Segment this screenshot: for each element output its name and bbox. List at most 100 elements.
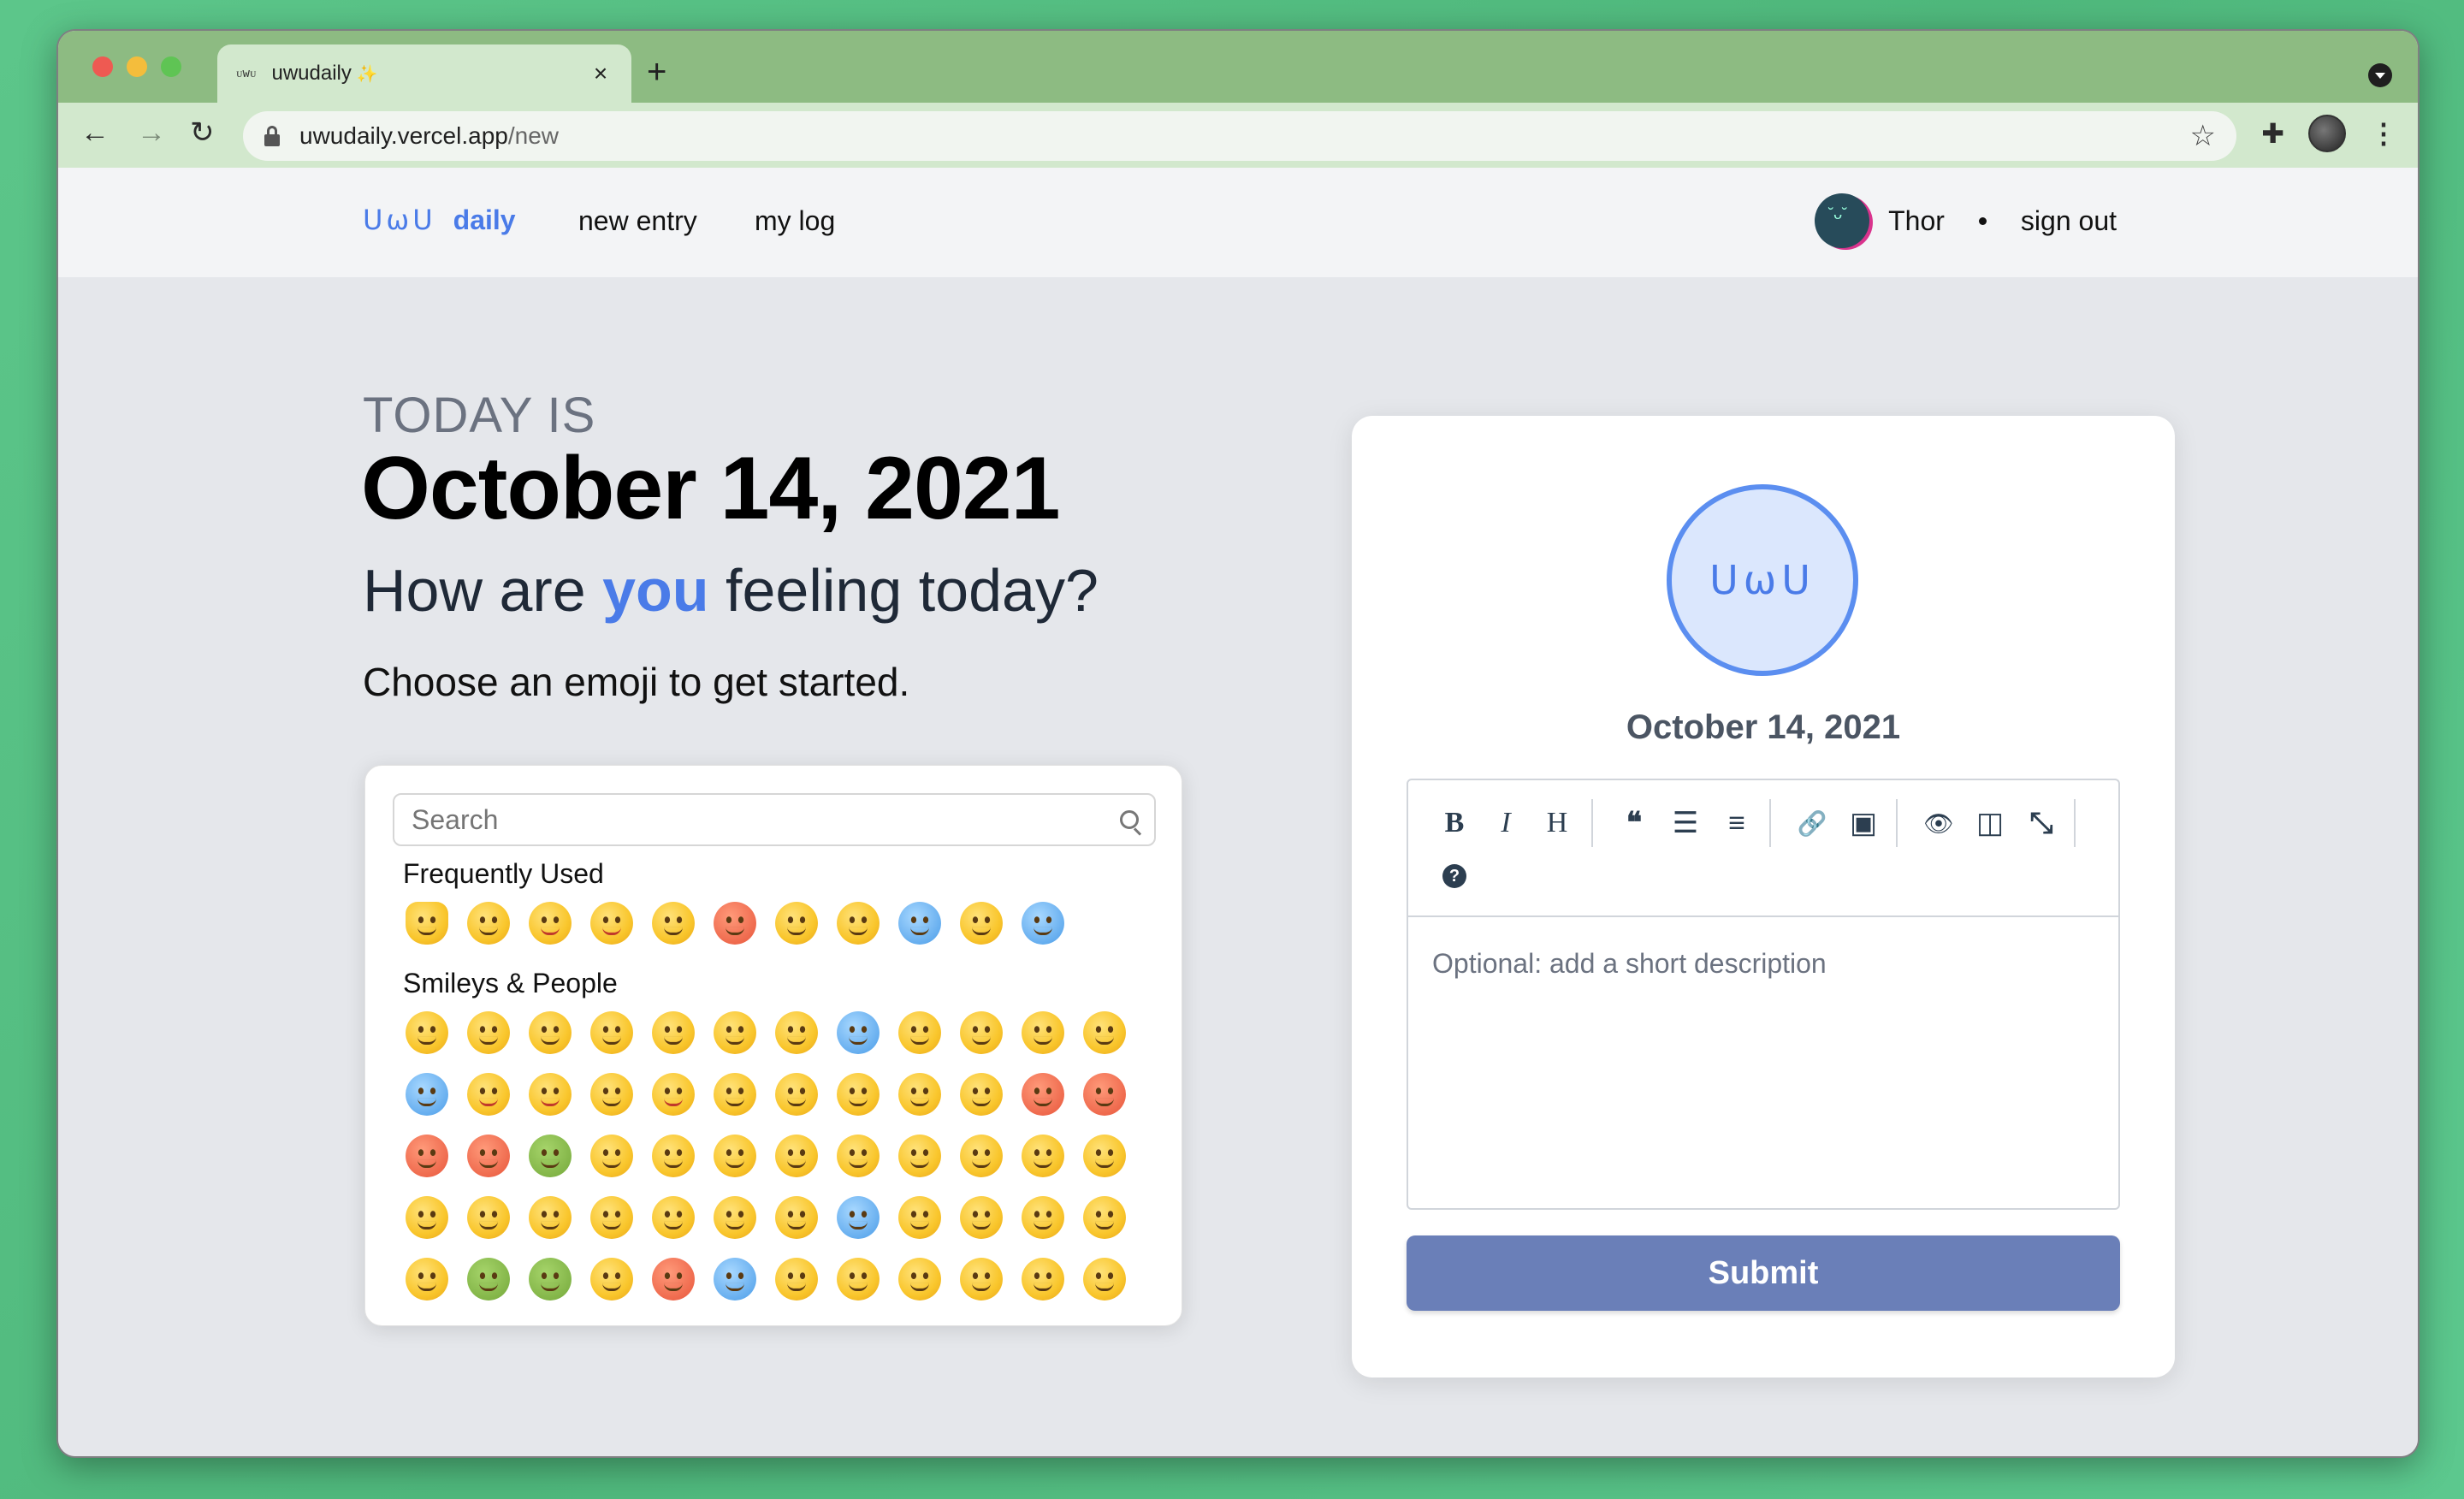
back-arrow-icon[interactable]: ← bbox=[80, 118, 110, 147]
emoji-cell[interactable] bbox=[837, 1258, 880, 1301]
emoji-search-field[interactable] bbox=[393, 793, 1156, 846]
emoji-cell[interactable] bbox=[652, 1258, 695, 1301]
thumbs-up-emoji[interactable] bbox=[406, 902, 448, 945]
emoji-cell[interactable] bbox=[590, 1196, 633, 1239]
emoji-cell[interactable] bbox=[837, 1011, 880, 1054]
emoji-cell[interactable] bbox=[467, 1135, 510, 1177]
emoji-cell[interactable] bbox=[1083, 1196, 1126, 1239]
emoji-cell[interactable] bbox=[960, 1135, 1003, 1177]
emoji-cell[interactable] bbox=[898, 1196, 941, 1239]
emoji-search-input[interactable] bbox=[410, 803, 1120, 837]
partying-face-emoji[interactable] bbox=[837, 902, 880, 945]
emoji-cell[interactable] bbox=[837, 1135, 880, 1177]
emoji-cell[interactable] bbox=[467, 1258, 510, 1301]
emoji-cell[interactable] bbox=[529, 1196, 572, 1239]
bold-icon[interactable]: B bbox=[1432, 801, 1477, 845]
emoji-cell[interactable] bbox=[1083, 1073, 1126, 1116]
emoji-cell[interactable] bbox=[1083, 1258, 1126, 1301]
emoji-cell[interactable] bbox=[714, 1073, 756, 1116]
close-tab-icon[interactable]: × bbox=[587, 60, 614, 87]
nav-link-new-entry[interactable]: new entry bbox=[578, 205, 697, 237]
emoji-cell[interactable] bbox=[714, 1011, 756, 1054]
heart-eyes-emoji[interactable] bbox=[590, 902, 633, 945]
sweat-smile-emoji[interactable] bbox=[775, 902, 818, 945]
emoji-cell[interactable] bbox=[1022, 1011, 1064, 1054]
sign-out-link[interactable]: sign out bbox=[2021, 205, 2117, 237]
side-by-side-icon[interactable]: ◫ bbox=[1968, 801, 2012, 845]
description-textarea[interactable]: Optional: add a short description bbox=[1432, 948, 1827, 980]
scream-emoji[interactable] bbox=[1022, 902, 1064, 945]
emoji-cell[interactable] bbox=[1022, 1196, 1064, 1239]
nav-link-my-log[interactable]: my log bbox=[755, 205, 835, 237]
emoji-cell[interactable] bbox=[837, 1073, 880, 1116]
emoji-cell[interactable] bbox=[467, 1073, 510, 1116]
emoji-cell[interactable] bbox=[529, 1258, 572, 1301]
bookmark-star-icon[interactable]: ☆ bbox=[2190, 119, 2216, 153]
fullscreen-icon[interactable]: ⤡ bbox=[2019, 801, 2064, 845]
emoji-cell[interactable] bbox=[775, 1258, 818, 1301]
zany-face-emoji[interactable] bbox=[714, 902, 756, 945]
emoji-cell[interactable] bbox=[652, 1011, 695, 1054]
emoji-cell[interactable] bbox=[590, 1135, 633, 1177]
link-icon[interactable]: 🔗 bbox=[1790, 801, 1834, 845]
emoji-cell[interactable] bbox=[1022, 1073, 1064, 1116]
maximize-window-button[interactable] bbox=[161, 56, 181, 77]
emoji-cell[interactable] bbox=[714, 1196, 756, 1239]
emoji-cell[interactable] bbox=[406, 1258, 448, 1301]
image-icon[interactable]: ▣ bbox=[1841, 801, 1886, 845]
emoji-cell[interactable] bbox=[837, 1196, 880, 1239]
help-icon[interactable]: ? bbox=[1432, 854, 1477, 898]
tears-of-joy-emoji[interactable] bbox=[898, 902, 941, 945]
emoji-cell[interactable] bbox=[898, 1073, 941, 1116]
emoji-cell[interactable] bbox=[1083, 1011, 1126, 1054]
brand-link[interactable]: ᑌωᑌ daily bbox=[363, 204, 516, 236]
emoji-cell[interactable] bbox=[406, 1011, 448, 1054]
close-window-button[interactable] bbox=[92, 56, 113, 77]
forward-arrow-icon[interactable]: → bbox=[137, 118, 166, 147]
emoji-cell[interactable] bbox=[1022, 1258, 1064, 1301]
emoji-cell[interactable] bbox=[467, 1011, 510, 1054]
emoji-cell[interactable] bbox=[406, 1196, 448, 1239]
italic-icon[interactable]: I bbox=[1484, 801, 1528, 845]
profile-avatar-icon[interactable] bbox=[2308, 115, 2346, 152]
emoji-cell[interactable] bbox=[652, 1073, 695, 1116]
emoji-cell[interactable] bbox=[406, 1073, 448, 1116]
emoji-cell[interactable] bbox=[590, 1073, 633, 1116]
emoji-cell[interactable] bbox=[775, 1011, 818, 1054]
emoji-cell[interactable] bbox=[960, 1196, 1003, 1239]
emoji-cell[interactable] bbox=[960, 1073, 1003, 1116]
preview-eye-icon[interactable]: 👁 bbox=[1916, 801, 1961, 845]
emoji-cell[interactable] bbox=[898, 1258, 941, 1301]
emoji-cell[interactable] bbox=[775, 1073, 818, 1116]
extensions-puzzle-icon[interactable]: ✚ bbox=[2261, 117, 2284, 150]
emoji-cell[interactable] bbox=[529, 1073, 572, 1116]
grinning-emoji[interactable] bbox=[467, 902, 510, 945]
emoji-cell[interactable] bbox=[960, 1258, 1003, 1301]
emoji-cell[interactable] bbox=[467, 1196, 510, 1239]
emoji-cell[interactable] bbox=[1022, 1135, 1064, 1177]
raised-eyebrow-emoji[interactable] bbox=[960, 902, 1003, 945]
reload-icon[interactable]: ↻ bbox=[190, 118, 215, 147]
address-bar[interactable]: uwudaily.vercel.app/new ☆ bbox=[243, 111, 2236, 161]
new-tab-button[interactable]: + bbox=[647, 55, 666, 89]
kissing-heart-emoji[interactable] bbox=[529, 902, 572, 945]
emoji-cell[interactable] bbox=[406, 1135, 448, 1177]
emoji-cell[interactable] bbox=[775, 1135, 818, 1177]
numbered-list-icon[interactable]: ≡ bbox=[1715, 801, 1759, 845]
emoji-cell[interactable] bbox=[590, 1258, 633, 1301]
tab-search-icon[interactable] bbox=[2368, 63, 2392, 87]
submit-button[interactable]: Submit bbox=[1407, 1235, 2120, 1311]
emoji-cell[interactable] bbox=[714, 1135, 756, 1177]
emoji-cell[interactable] bbox=[590, 1011, 633, 1054]
user-avatar[interactable] bbox=[1815, 193, 1870, 248]
emoji-cell[interactable] bbox=[652, 1135, 695, 1177]
browser-menu-icon[interactable]: ⋮ bbox=[2370, 117, 2397, 150]
heading-icon[interactable]: H bbox=[1535, 801, 1579, 845]
emoji-cell[interactable] bbox=[652, 1196, 695, 1239]
emoji-cell[interactable] bbox=[529, 1011, 572, 1054]
emoji-cell[interactable] bbox=[960, 1011, 1003, 1054]
quote-icon[interactable]: ❝ bbox=[1612, 801, 1656, 845]
emoji-cell[interactable] bbox=[1083, 1135, 1126, 1177]
active-tab[interactable]: ᴜwᴜ uwudaily ✨ × bbox=[217, 44, 631, 103]
minimize-window-button[interactable] bbox=[127, 56, 147, 77]
